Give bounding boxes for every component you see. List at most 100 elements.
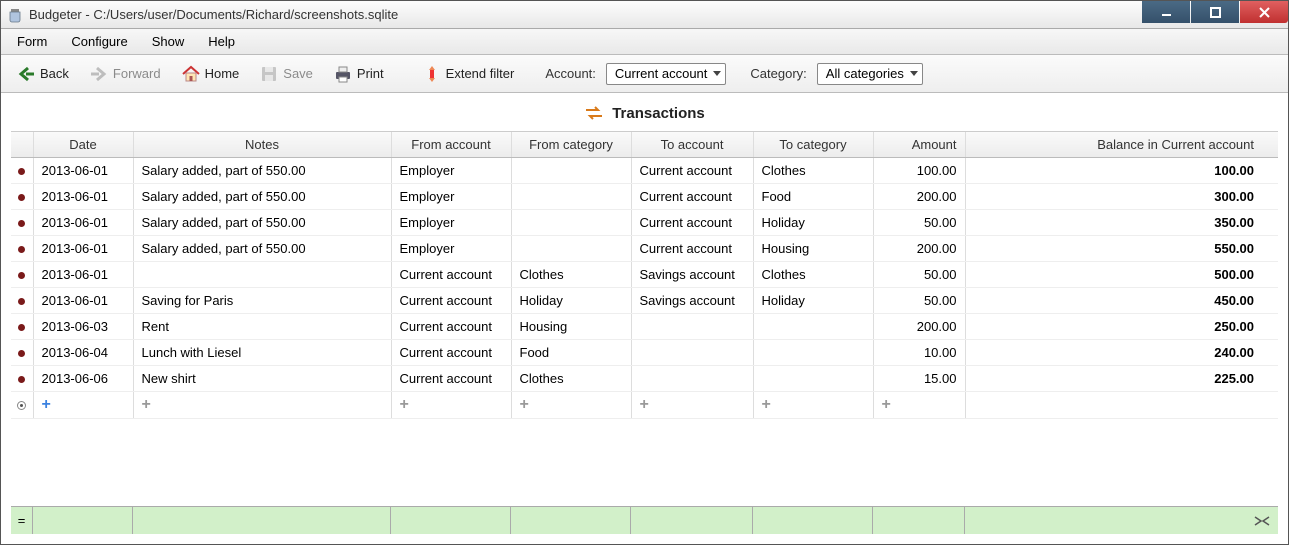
cell-balance[interactable]: 300.00 xyxy=(965,184,1278,210)
table-row[interactable]: 2013-06-01Salary added, part of 550.00Em… xyxy=(11,236,1278,262)
cell-balance[interactable]: 240.00 xyxy=(965,340,1278,366)
table-row[interactable]: 2013-06-01Salary added, part of 550.00Em… xyxy=(11,184,1278,210)
cell-to-category[interactable]: Food xyxy=(753,184,873,210)
cell-balance[interactable]: 225.00 xyxy=(965,366,1278,392)
forward-button[interactable]: Forward xyxy=(82,61,168,87)
cell-date[interactable]: 2013-06-06 xyxy=(33,366,133,392)
cell-from-category[interactable]: Clothes xyxy=(511,262,631,288)
cell-amount[interactable]: 15.00 xyxy=(873,366,965,392)
cell-from-account[interactable]: Employer xyxy=(391,158,511,184)
cell-from-account[interactable]: Current account xyxy=(391,366,511,392)
cell-amount[interactable]: 200.00 xyxy=(873,236,965,262)
cell-to-category[interactable] xyxy=(753,340,873,366)
new-amount[interactable]: + xyxy=(873,392,965,419)
maximize-button[interactable] xyxy=(1191,1,1239,23)
cell-to-account[interactable]: Current account xyxy=(631,158,753,184)
cell-date[interactable]: 2013-06-01 xyxy=(33,288,133,314)
cell-notes[interactable]: Lunch with Liesel xyxy=(133,340,391,366)
cell-notes[interactable]: Salary added, part of 550.00 xyxy=(133,184,391,210)
cell-to-account[interactable] xyxy=(631,340,753,366)
cell-notes[interactable]: Saving for Paris xyxy=(133,288,391,314)
close-button[interactable] xyxy=(1240,1,1288,23)
cell-date[interactable]: 2013-06-01 xyxy=(33,158,133,184)
cell-to-category[interactable] xyxy=(753,366,873,392)
extend-filter-button[interactable]: Extend filter xyxy=(415,61,522,87)
cell-amount[interactable]: 50.00 xyxy=(873,210,965,236)
back-button[interactable]: Back xyxy=(9,61,76,87)
cell-from-category[interactable]: Clothes xyxy=(511,366,631,392)
cell-amount[interactable]: 10.00 xyxy=(873,340,965,366)
cell-balance[interactable]: 550.00 xyxy=(965,236,1278,262)
cell-amount[interactable]: 100.00 xyxy=(873,158,965,184)
cell-balance[interactable]: 100.00 xyxy=(965,158,1278,184)
cell-from-account[interactable]: Current account xyxy=(391,314,511,340)
menu-configure[interactable]: Configure xyxy=(59,29,139,54)
home-button[interactable]: Home xyxy=(174,61,247,87)
cell-notes[interactable]: Rent xyxy=(133,314,391,340)
cell-from-category[interactable] xyxy=(511,210,631,236)
col-header-from-account[interactable]: From account xyxy=(391,132,511,158)
menu-help[interactable]: Help xyxy=(196,29,247,54)
cell-notes[interactable]: Salary added, part of 550.00 xyxy=(133,236,391,262)
new-to-cat[interactable]: + xyxy=(753,392,873,419)
cell-to-category[interactable]: Clothes xyxy=(753,158,873,184)
table-row[interactable]: 2013-06-01Current accountClothesSavings … xyxy=(11,262,1278,288)
table-row[interactable]: 2013-06-01Salary added, part of 550.00Em… xyxy=(11,210,1278,236)
minimize-button[interactable] xyxy=(1142,1,1190,23)
print-button[interactable]: Print xyxy=(326,61,391,87)
account-combo[interactable]: Current account xyxy=(606,63,727,85)
cell-from-account[interactable]: Current account xyxy=(391,262,511,288)
cell-from-category[interactable]: Holiday xyxy=(511,288,631,314)
cell-from-account[interactable]: Employer xyxy=(391,184,511,210)
cell-amount[interactable]: 50.00 xyxy=(873,262,965,288)
col-header-balance[interactable]: Balance in Current account xyxy=(965,132,1278,158)
col-header-to-account[interactable]: To account xyxy=(631,132,753,158)
menu-form[interactable]: Form xyxy=(5,29,59,54)
menu-show[interactable]: Show xyxy=(140,29,197,54)
cell-from-category[interactable] xyxy=(511,158,631,184)
cell-from-category[interactable] xyxy=(511,236,631,262)
col-header-date[interactable]: Date xyxy=(33,132,133,158)
cell-date[interactable]: 2013-06-01 xyxy=(33,262,133,288)
col-header-to-category[interactable]: To category xyxy=(753,132,873,158)
cell-notes[interactable]: New shirt xyxy=(133,366,391,392)
cell-amount[interactable]: 200.00 xyxy=(873,184,965,210)
cell-balance[interactable]: 250.00 xyxy=(965,314,1278,340)
cell-from-category[interactable] xyxy=(511,184,631,210)
cell-to-account[interactable] xyxy=(631,366,753,392)
transactions-table-wrap[interactable]: Date Notes From account From category To… xyxy=(11,132,1278,486)
col-header-marker[interactable] xyxy=(11,132,33,158)
cell-to-category[interactable]: Holiday xyxy=(753,210,873,236)
save-button[interactable]: Save xyxy=(252,61,320,87)
category-combo[interactable]: All categories xyxy=(817,63,923,85)
col-header-from-category[interactable]: From category xyxy=(511,132,631,158)
new-row[interactable]: +++++++ xyxy=(11,392,1278,419)
col-header-notes[interactable]: Notes xyxy=(133,132,391,158)
table-row[interactable]: 2013-06-01Salary added, part of 550.00Em… xyxy=(11,158,1278,184)
new-date[interactable]: + xyxy=(33,392,133,419)
cell-to-account[interactable] xyxy=(631,314,753,340)
cell-date[interactable]: 2013-06-01 xyxy=(33,184,133,210)
cell-to-category[interactable]: Holiday xyxy=(753,288,873,314)
cell-to-account[interactable]: Savings account xyxy=(631,288,753,314)
cell-balance[interactable]: 450.00 xyxy=(965,288,1278,314)
table-row[interactable]: 2013-06-01Saving for ParisCurrent accoun… xyxy=(11,288,1278,314)
table-row[interactable]: 2013-06-03RentCurrent accountHousing200.… xyxy=(11,314,1278,340)
cell-balance[interactable]: 350.00 xyxy=(965,210,1278,236)
cell-to-account[interactable]: Current account xyxy=(631,210,753,236)
cell-from-category[interactable]: Food xyxy=(511,340,631,366)
cell-date[interactable]: 2013-06-01 xyxy=(33,210,133,236)
table-row[interactable]: 2013-06-06New shirtCurrent accountClothe… xyxy=(11,366,1278,392)
new-from-acc[interactable]: + xyxy=(391,392,511,419)
new-notes[interactable]: + xyxy=(133,392,391,419)
cell-notes[interactable]: Salary added, part of 550.00 xyxy=(133,158,391,184)
cell-amount[interactable]: 50.00 xyxy=(873,288,965,314)
cell-date[interactable]: 2013-06-04 xyxy=(33,340,133,366)
cell-to-category[interactable] xyxy=(753,314,873,340)
cell-date[interactable]: 2013-06-03 xyxy=(33,314,133,340)
cell-to-category[interactable]: Housing xyxy=(753,236,873,262)
col-header-amount[interactable]: Amount xyxy=(873,132,965,158)
cell-from-account[interactable]: Current account xyxy=(391,288,511,314)
cell-notes[interactable] xyxy=(133,262,391,288)
cell-from-category[interactable]: Housing xyxy=(511,314,631,340)
